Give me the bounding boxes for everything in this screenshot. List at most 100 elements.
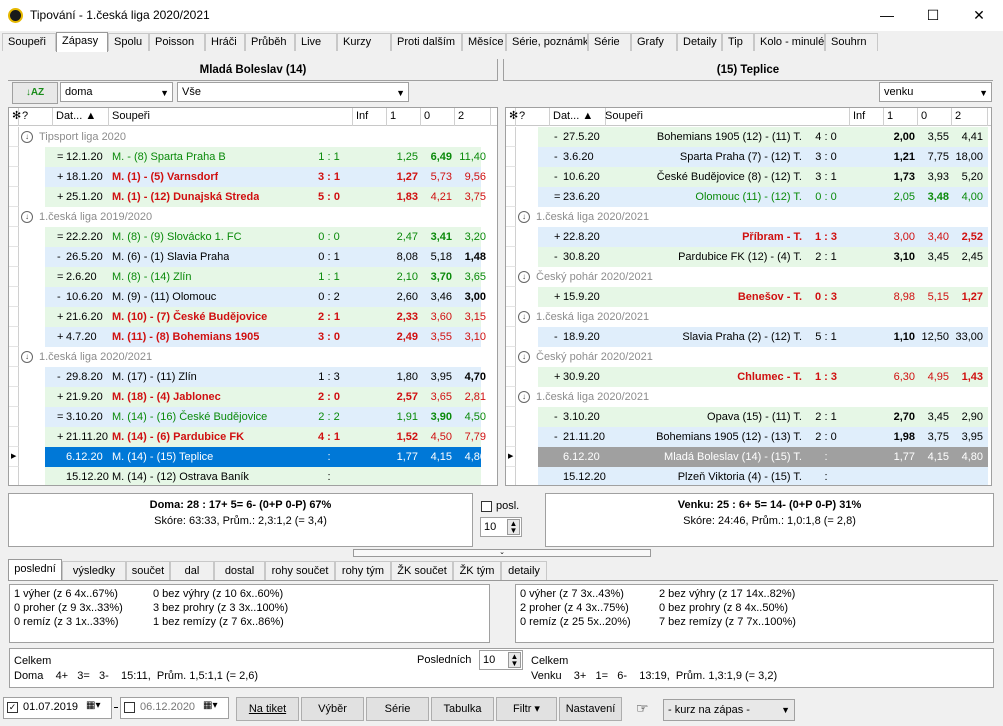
group-row[interactable]: ↓ 1.česká liga 2019/2020 (9, 207, 497, 227)
table-row[interactable]: = 2.6.20 M. (8) - (14) Zlín 1 : 1 2,10 3,70 3,… (9, 267, 497, 287)
stats-tab-1[interactable]: výsledky (62, 561, 126, 580)
table-row[interactable]: +21.6.20 M. (10) - (7) České Budějovice 2 … (9, 307, 497, 327)
last-n-stepper[interactable]: 10 ▲ ▼ (479, 650, 523, 670)
odds-select[interactable]: - kurz na zápas - ▼ (663, 699, 795, 721)
col-star[interactable]: ✻ (9, 108, 21, 126)
table-row[interactable]: +21.11.20 M. (14) - (6) Pardubice FK 4 : 1… (9, 427, 497, 447)
table-row[interactable]: +30.9.20 Chlumec - T. 1 : 3 6,30 4,95 1,43 (506, 367, 991, 387)
sort-az-icon[interactable]: ↓AZ (12, 82, 58, 104)
date-to-checkbox[interactable] (124, 702, 135, 713)
stepper-arrows-icon[interactable]: ▲ ▼ (507, 519, 520, 535)
group-collapse-icon[interactable]: ↓ (21, 351, 33, 363)
home-competition-select[interactable]: Vše ▼ (177, 82, 409, 102)
group-collapse-icon[interactable]: ↓ (21, 211, 33, 223)
stats-tab-7[interactable]: ŽK součet (391, 561, 453, 580)
tab-2[interactable]: Spolu (108, 33, 149, 51)
tab-9[interactable]: Měsíce (462, 33, 506, 51)
table-row[interactable]: +25.1.20 M. (1) - (12) Dunajská Streda 5 :… (9, 187, 497, 207)
tab-10[interactable]: Série, poznámky (506, 33, 588, 51)
stats-tab-4[interactable]: dostal (214, 561, 265, 580)
tab-12[interactable]: Grafy (631, 33, 677, 51)
table-row[interactable]: 15.12.20 Plzeň Viktoria (4) - (15) T.: (506, 467, 991, 485)
tab-14[interactable]: Tip (722, 33, 754, 51)
group-row[interactable]: ↓ Český pohár 2020/2021 (506, 347, 991, 367)
group-row[interactable]: ↓ 1.česká liga 2020/2021 (9, 347, 497, 367)
table-row[interactable]: -10.6.20 České Budějovice (8) - (12) T. 3 … (506, 167, 991, 187)
away-venue-select[interactable]: venku ▼ (879, 82, 992, 102)
group-collapse-icon[interactable]: ↓ (518, 311, 530, 323)
table-row[interactable]: = 3.10.20 M. (14) - (16) České Budějovice 2… (9, 407, 497, 427)
tab-8[interactable]: Proti dalším (391, 33, 462, 51)
posl-stepper[interactable]: 10 ▲ ▼ (480, 517, 522, 537)
group-row[interactable]: ↓ Tipsport liga 2020 (9, 127, 497, 147)
stats-tab-5[interactable]: rohy součet (265, 561, 335, 580)
splitter-handle[interactable]: ⌄ (353, 549, 651, 557)
table-row[interactable]: -29.8.20 M. (17) - (11) Zlín 1 : 3 1,80 3,95… (9, 367, 497, 387)
home-matches-table[interactable]: ✻? Dat... ▲ Soupeři Inf 1 0 2 ↓ Tipsport liga 20… (8, 107, 498, 486)
tab-6[interactable]: Live (295, 33, 337, 51)
table-row[interactable]: ▶ 6.12.20 M. (14) - (15) Teplice:1,77 4,15 4… (9, 447, 497, 467)
table-row[interactable]: = 22.2.20 M. (8) - (9) Slovácko 1. FC 0 : 0… (9, 227, 497, 247)
col-star[interactable]: ✻ (506, 108, 518, 126)
col-date[interactable]: Dat... ▲ (53, 108, 109, 126)
settings-button[interactable]: Nastavení (559, 697, 622, 721)
calendar-icon[interactable]: ▦▾ (203, 700, 217, 711)
hand-pointer-icon[interactable]: ☞ (636, 700, 649, 717)
col-q[interactable]: ? (19, 108, 53, 126)
tab-15[interactable]: Kolo - minulé (754, 33, 825, 51)
col-opp[interactable]: Soupeři (109, 108, 353, 126)
table-row[interactable]: -3.10.20 Opava (15) - (11) T. 2 : 1 2,70 3,4… (506, 407, 991, 427)
stats-tab-0[interactable]: poslední (8, 559, 62, 580)
select-button[interactable]: Výběr (301, 697, 364, 721)
tab-11[interactable]: Série (588, 33, 631, 51)
group-collapse-icon[interactable]: ↓ (518, 351, 530, 363)
col-date[interactable]: Dat... ▲ (550, 108, 606, 126)
table-row[interactable]: -21.11.20 Bohemians 1905 (12) - (13) T. 2 … (506, 427, 991, 447)
away-matches-table[interactable]: ✻? Dat... ▲ Soupeři Inf 1 0 2-27.5.20 Bohemians… (505, 107, 992, 486)
tab-3[interactable]: Poisson (149, 33, 205, 51)
stats-tab-8[interactable]: ŽK tým (453, 561, 501, 580)
col-inf[interactable]: Inf (850, 108, 884, 126)
table-row[interactable]: -27.5.20 Bohemians 1905 (12) - (11) T. 4 :… (506, 127, 991, 147)
table-row[interactable]: = 23.6.20 Olomouc (11) - (12) T. 0 : 0 2,05 3… (506, 187, 991, 207)
group-row[interactable]: ↓ 1.česká liga 2020/2021 (506, 207, 991, 227)
table-row[interactable]: +22.8.20 Příbram - T. 1 : 3 3,00 3,40 2,52 (506, 227, 991, 247)
ticket-button[interactable]: Na tiket (236, 697, 299, 721)
group-collapse-icon[interactable]: ↓ (518, 271, 530, 283)
tab-13[interactable]: Detaily (677, 33, 722, 51)
table-button[interactable]: Tabulka (431, 697, 494, 721)
group-collapse-icon[interactable]: ↓ (21, 131, 33, 143)
home-venue-select[interactable]: doma ▼ (60, 82, 173, 102)
stepper-arrows-icon[interactable]: ▲ ▼ (508, 652, 521, 668)
table-row[interactable]: -26.5.20 M. (6) - (1) Slavia Praha 0 : 1 8,… (9, 247, 497, 267)
calendar-icon[interactable]: ▦▾ (86, 700, 100, 711)
maximize-button[interactable]: ☐ (910, 0, 956, 31)
minimize-button[interactable]: — (864, 0, 910, 31)
stats-tab-9[interactable]: detaily (501, 561, 547, 580)
filter-button[interactable]: Filtr ▾ (496, 697, 557, 721)
stats-tab-3[interactable]: dal (170, 561, 214, 580)
tab-0[interactable]: Soupeři (2, 33, 56, 51)
table-row[interactable]: +21.9.20 M. (18) - (4) Jablonec 2 : 0 2,57 3… (9, 387, 497, 407)
group-row[interactable]: ↓ Český pohár 2020/2021 (506, 267, 991, 287)
table-row[interactable]: -18.9.20 Slavia Praha (2) - (12) T. 5 : 1 1… (506, 327, 991, 347)
group-collapse-icon[interactable]: ↓ (518, 391, 530, 403)
table-row[interactable]: = 12.1.20 M. - (8) Sparta Praha B 1 : 1 1,25… (9, 147, 497, 167)
date-from-checkbox[interactable]: ✓ (7, 702, 18, 713)
col-c0[interactable]: 0 (421, 108, 455, 126)
col-c1[interactable]: 1 (387, 108, 421, 126)
tab-16[interactable]: Souhrn (825, 33, 878, 51)
date-to-picker[interactable]: 06.12.2020 ▦▾ (120, 697, 229, 719)
table-row[interactable]: -3.6.20 Sparta Praha (7) - (12) T. 3 : 0 1,… (506, 147, 991, 167)
table-row[interactable]: +18.1.20 M. (1) - (5) Varnsdorf 3 : 1 1,27 5… (9, 167, 497, 187)
table-row[interactable]: ▶ 6.12.20 Mladá Boleslav (14) - (15) T.:1,… (506, 447, 991, 467)
date-from-picker[interactable]: ✓ 01.07.2019 ▦▾ (3, 697, 112, 719)
col-c2[interactable]: 2 (952, 108, 988, 126)
series-button[interactable]: Série (366, 697, 429, 721)
col-q[interactable]: ? (516, 108, 550, 126)
table-row[interactable]: -30.8.20 Pardubice FK (12) - (4) T. 2 : 1 3… (506, 247, 991, 267)
col-c2[interactable]: 2 (455, 108, 491, 126)
group-collapse-icon[interactable]: ↓ (518, 211, 530, 223)
tab-1[interactable]: Zápasy (56, 32, 108, 52)
posl-checkbox[interactable] (481, 501, 492, 512)
